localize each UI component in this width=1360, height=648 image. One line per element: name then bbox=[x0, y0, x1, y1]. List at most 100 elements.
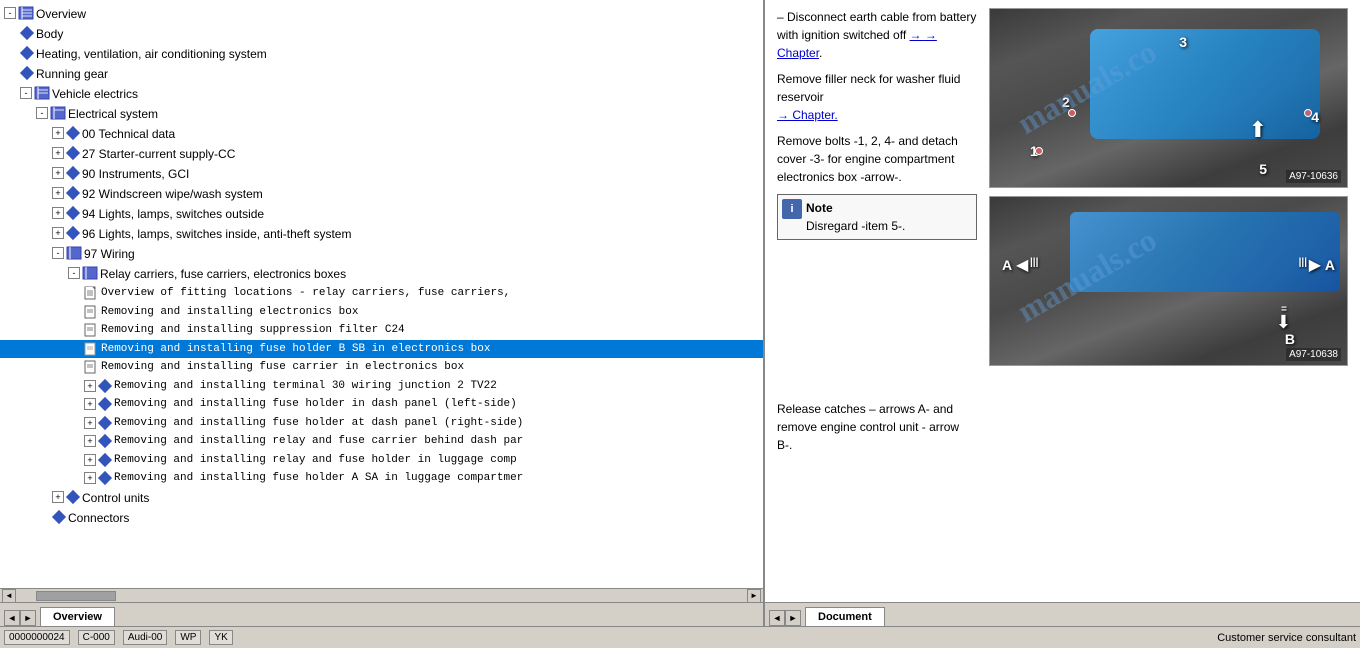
expand-fuse-sa[interactable]: + bbox=[84, 472, 96, 484]
right-tab-scroll-arrows: ◄ ► bbox=[769, 610, 801, 626]
arrow-lines-b: = bbox=[1281, 304, 1287, 315]
left-tab-bar: ◄ ► Overview bbox=[0, 602, 763, 626]
book-icon-relay bbox=[82, 266, 98, 280]
tree-label-removing-fuse-dash-l: Removing and installing fuse holder in d… bbox=[114, 396, 517, 413]
tree-item-connectors[interactable]: Connectors bbox=[0, 508, 763, 528]
expand-relay[interactable]: - bbox=[68, 267, 80, 279]
expand-relay-dash[interactable]: + bbox=[84, 435, 96, 447]
tree-item-90[interactable]: + 90 Instruments, GCI bbox=[0, 164, 763, 184]
tree-item-electrics[interactable]: - Vehicle electrics bbox=[0, 84, 763, 104]
tree-item-control-units[interactable]: + Control units bbox=[0, 488, 763, 508]
tree-label-removing-fuse-dash-r: Removing and installing fuse holder at d… bbox=[114, 415, 523, 432]
expand-fuse-dash-l[interactable]: + bbox=[84, 398, 96, 410]
images-column: 1 2 3 4 5 ⬆ manuals.co A97-10636 bbox=[989, 8, 1348, 594]
status-item-3: Audi-00 bbox=[123, 630, 167, 645]
tree-scrollbar-h[interactable]: ◄ ► bbox=[0, 588, 763, 602]
arrow-b: ⬇ bbox=[1276, 312, 1291, 333]
img-ref-2: A97-10638 bbox=[1286, 348, 1341, 361]
tree-item-92[interactable]: + 92 Windscreen wipe/wash system bbox=[0, 184, 763, 204]
right-tab-arrow-right[interactable]: ► bbox=[785, 610, 801, 626]
tree-label-00: 00 Technical data bbox=[82, 125, 175, 143]
tree-item-removing-fuse-sb[interactable]: Removing and installing fuse holder B SB… bbox=[0, 340, 763, 359]
diamond-icon-connectors bbox=[52, 509, 66, 523]
tree-item-removing-fuse-carrier[interactable]: Removing and installing fuse carrier in … bbox=[0, 358, 763, 377]
chapter-link-2[interactable]: → Chapter. bbox=[777, 108, 838, 122]
expand-control-units[interactable]: + bbox=[52, 491, 64, 503]
diamond-icon-92 bbox=[66, 186, 80, 200]
instruction-3-block: Remove bolts -1, 2, 4- and detach cover … bbox=[777, 132, 977, 186]
tree-item-removing-elec[interactable]: Removing and installing electronics box bbox=[0, 303, 763, 322]
scroll-thumb[interactable] bbox=[36, 591, 116, 601]
tree-item-removing-supp[interactable]: Removing and installing suppression filt… bbox=[0, 321, 763, 340]
tree-item-removing-fuse-sa[interactable]: + Removing and installing fuse holder A … bbox=[0, 469, 763, 488]
img-num-3: 3 bbox=[1179, 34, 1187, 50]
diamond-icon-relay-dash bbox=[98, 434, 112, 448]
instruction-3-text: Remove bolts -1, 2, 4- and detach cover … bbox=[777, 134, 958, 184]
status-item-5: YK bbox=[209, 630, 232, 645]
expand-overview[interactable]: - bbox=[4, 7, 16, 19]
expand-elec-system[interactable]: - bbox=[36, 107, 48, 119]
expand-electrics[interactable]: - bbox=[20, 87, 32, 99]
tree-item-relay[interactable]: - Relay carriers, fuse carriers, electro… bbox=[0, 264, 763, 284]
scroll-left-btn[interactable]: ◄ bbox=[2, 589, 16, 603]
tab-arrow-right[interactable]: ► bbox=[20, 610, 36, 626]
tree-item-00[interactable]: + 00 Technical data bbox=[0, 124, 763, 144]
status-bar-left: 0000000024 C-000 Audi-00 WP YK bbox=[4, 630, 233, 645]
expand-fuse-dash-r[interactable]: + bbox=[84, 417, 96, 429]
engine-image-1: 1 2 3 4 5 ⬆ manuals.co A97-10636 bbox=[989, 8, 1348, 188]
img-num-5: 5 bbox=[1259, 161, 1267, 177]
tree-item-overview-fitting[interactable]: Overview of fitting locations - relay ca… bbox=[0, 284, 763, 303]
diamond-icon-96 bbox=[66, 226, 80, 240]
instruction-1: – Disconnect earth cable from battery wi… bbox=[777, 8, 977, 62]
tab-arrow-left[interactable]: ◄ bbox=[4, 610, 20, 626]
expand-00[interactable]: + bbox=[52, 127, 64, 139]
tree-item-97[interactable]: - 97 Wiring bbox=[0, 244, 763, 264]
status-item-4: WP bbox=[175, 630, 201, 645]
tree-label-removing-fuse-sb: Removing and installing fuse holder B SB… bbox=[101, 341, 490, 358]
tree-label-control-units: Control units bbox=[82, 489, 149, 507]
status-right-text: Customer service consultant bbox=[1217, 632, 1356, 644]
tree-item-hvac[interactable]: Heating, ventilation, air conditioning s… bbox=[0, 44, 763, 64]
tree-label-removing-fuse-sa: Removing and installing fuse holder A SA… bbox=[114, 470, 523, 487]
diamond-icon-fuse-dash-l bbox=[98, 397, 112, 411]
scroll-right-btn[interactable]: ► bbox=[747, 589, 761, 603]
tree-item-removing-fuse-dash-l[interactable]: + Removing and installing fuse holder in… bbox=[0, 395, 763, 414]
tab-document[interactable]: Document bbox=[805, 607, 885, 626]
tree-area: - Overview Body Heating, ventilation, ai… bbox=[0, 0, 763, 588]
tree-item-elec-system[interactable]: - Electrical system bbox=[0, 104, 763, 124]
expand-96[interactable]: + bbox=[52, 227, 64, 239]
tab-scroll-arrows: ◄ ► bbox=[4, 610, 36, 626]
tree-item-removing-relay-dash[interactable]: + Removing and installing relay and fuse… bbox=[0, 432, 763, 451]
expand-27[interactable]: + bbox=[52, 147, 64, 159]
expand-97[interactable]: - bbox=[52, 247, 64, 259]
expand-relay-luggage[interactable]: + bbox=[84, 454, 96, 466]
expand-92[interactable]: + bbox=[52, 187, 64, 199]
page-icon-removing-fuse-sb bbox=[84, 342, 98, 356]
status-item-2: C-000 bbox=[78, 630, 115, 645]
right-tab-arrow-left[interactable]: ◄ bbox=[769, 610, 785, 626]
tab-overview[interactable]: Overview bbox=[40, 607, 115, 626]
tree-item-body[interactable]: Body bbox=[0, 24, 763, 44]
tree-label-removing-supp: Removing and installing suppression filt… bbox=[101, 322, 405, 339]
expand-94[interactable]: + bbox=[52, 207, 64, 219]
img-label-b: B bbox=[1285, 331, 1295, 347]
diamond-icon-fuse-sa bbox=[98, 471, 112, 485]
tree-item-removing-relay-luggage[interactable]: + Removing and installing relay and fuse… bbox=[0, 451, 763, 470]
tree-label-removing-fuse-carrier: Removing and installing fuse carrier in … bbox=[101, 359, 464, 376]
instruction-4-text: Release catches – arrows A- and remove e… bbox=[777, 402, 959, 452]
diamond-icon-terminal bbox=[98, 378, 112, 392]
expand-90[interactable]: + bbox=[52, 167, 64, 179]
expand-terminal[interactable]: + bbox=[84, 380, 96, 392]
tree-item-removing-terminal[interactable]: + Removing and installing terminal 30 wi… bbox=[0, 377, 763, 396]
tree-item-running[interactable]: Running gear bbox=[0, 64, 763, 84]
tree-label-removing-relay-dash: Removing and installing relay and fuse c… bbox=[114, 433, 523, 450]
tree-item-overview[interactable]: - Overview bbox=[0, 4, 763, 24]
tree-label-90: 90 Instruments, GCI bbox=[82, 165, 189, 183]
tree-item-removing-fuse-dash-r[interactable]: + Removing and installing fuse holder at… bbox=[0, 414, 763, 433]
tree-label-body: Body bbox=[36, 25, 63, 43]
instruction-4-block: Release catches – arrows A- and remove e… bbox=[777, 400, 977, 454]
tree-item-96[interactable]: + 96 Lights, lamps, switches inside, ant… bbox=[0, 224, 763, 244]
tree-item-27[interactable]: + 27 Starter-current supply-CC bbox=[0, 144, 763, 164]
tree-item-94[interactable]: + 94 Lights, lamps, switches outside bbox=[0, 204, 763, 224]
tree-label-removing-terminal: Removing and installing terminal 30 wiri… bbox=[114, 378, 497, 395]
